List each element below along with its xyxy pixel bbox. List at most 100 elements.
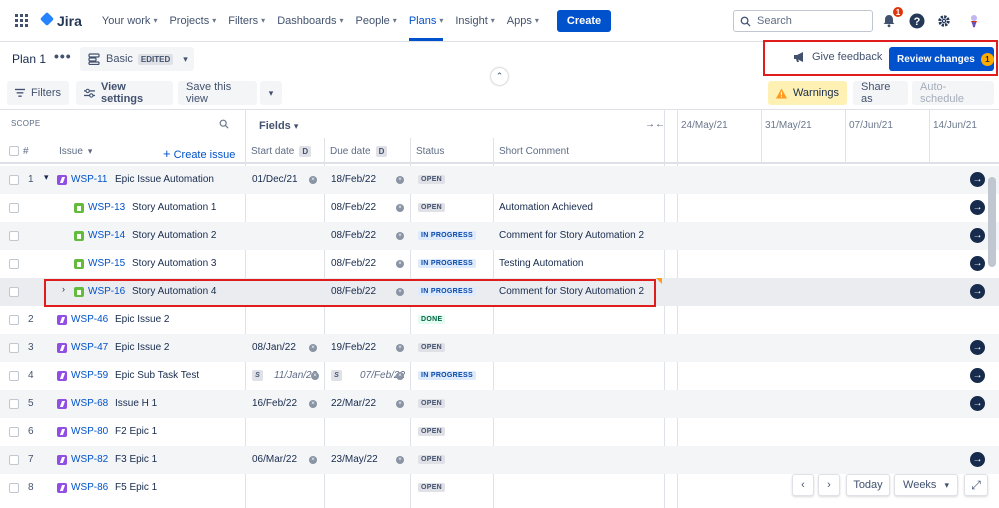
row-checkbox[interactable] [9, 399, 19, 409]
due-date[interactable]: 08/Feb/22 [331, 202, 376, 213]
arrow-right-icon[interactable]: → [970, 284, 985, 299]
close-icon[interactable]: × [396, 344, 404, 352]
issue-key[interactable]: WSP-15 [88, 258, 125, 269]
status-lozenge[interactable]: OPEN [418, 203, 446, 212]
close-icon[interactable]: × [309, 344, 317, 352]
avatar[interactable] [965, 12, 983, 30]
close-icon[interactable]: × [396, 204, 404, 212]
due-date[interactable]: 08/Feb/22 [331, 258, 376, 269]
nav-your-work[interactable]: Your work ▾ [102, 0, 158, 42]
row-checkbox[interactable] [9, 343, 19, 353]
today-button[interactable]: Today [846, 474, 890, 496]
close-icon[interactable]: × [396, 400, 404, 408]
nav-apps[interactable]: Apps ▾ [507, 0, 539, 42]
row-checkbox[interactable] [9, 287, 19, 297]
table-row[interactable]: 7 WSP-82 F3 Epic 1 06/Mar/22 × 23/May/22 × OPEN… [0, 446, 999, 474]
close-icon[interactable]: × [396, 176, 404, 184]
row-checkbox[interactable] [9, 259, 19, 269]
nav-dashboards[interactable]: Dashboards ▾ [277, 0, 343, 42]
fullscreen-button[interactable]: ⤢ [964, 474, 988, 496]
short-comment[interactable]: Automation Achieved [499, 202, 593, 213]
warnings-button[interactable]: Warnings [768, 81, 847, 105]
create-issue-button[interactable]: + Create issue [163, 146, 235, 161]
due-date[interactable]: 22/Mar/22 [331, 398, 376, 409]
close-icon[interactable]: × [396, 456, 404, 464]
row-checkbox[interactable] [9, 203, 19, 213]
issue-key[interactable]: WSP-59 [71, 370, 108, 381]
arrow-right-icon[interactable]: → [970, 200, 985, 215]
nav-insight[interactable]: Insight ▾ [455, 0, 494, 42]
status-lozenge[interactable]: IN PROGRESS [418, 259, 476, 268]
arrow-right-icon[interactable]: → [970, 396, 985, 411]
close-icon[interactable]: × [396, 232, 404, 240]
table-row[interactable]: WSP-15 Story Automation 3 08/Feb/22 × IN PRO… [0, 250, 999, 278]
review-changes-button[interactable]: Review changes 1 [889, 47, 994, 71]
issue-key[interactable]: WSP-80 [71, 426, 108, 437]
create-button[interactable]: Create [556, 9, 612, 32]
issue-key[interactable]: WSP-11 [71, 174, 108, 185]
table-row[interactable]: 2 WSP-46 Epic Issue 2 DONE [0, 306, 999, 334]
close-icon[interactable]: × [309, 456, 317, 464]
vertical-scrollbar[interactable] [988, 177, 996, 267]
chevron-down-icon[interactable]: ▾ [44, 172, 49, 183]
more-actions-icon[interactable]: ••• [54, 48, 72, 64]
issue-header[interactable]: Issue ▾ [59, 146, 92, 157]
issue-key[interactable]: WSP-68 [71, 398, 108, 409]
close-icon[interactable]: × [396, 372, 404, 380]
status-lozenge[interactable]: IN PROGRESS [418, 371, 476, 380]
table-row[interactable]: 5 WSP-68 Issue H 1 16/Feb/22 × 22/Mar/22 × OPEN… [0, 390, 999, 418]
search-icon[interactable] [219, 119, 229, 129]
short-comment[interactable]: Testing Automation [499, 258, 584, 269]
give-feedback-button[interactable]: Give feedback [793, 51, 882, 63]
help-button[interactable]: ? [908, 12, 926, 30]
collapse-fields-icon[interactable]: →← [645, 119, 665, 130]
table-row[interactable]: 3 WSP-47 Epic Issue 2 08/Jan/22 × 19/Feb/22 × O… [0, 334, 999, 362]
status-lozenge[interactable]: OPEN [418, 343, 446, 352]
start-date-header[interactable]: Start date D [251, 146, 312, 157]
view-settings-button[interactable]: View settings [76, 81, 173, 105]
row-checkbox[interactable] [9, 455, 19, 465]
due-date[interactable]: 23/May/22 [331, 454, 378, 465]
issue-key[interactable]: WSP-82 [71, 454, 108, 465]
select-all-checkbox[interactable] [9, 146, 19, 156]
start-date[interactable]: 06/Mar/22 [252, 454, 297, 465]
arrow-right-icon[interactable]: → [970, 256, 985, 271]
status-lozenge[interactable]: OPEN [418, 427, 446, 436]
close-icon[interactable]: × [309, 176, 317, 184]
status-lozenge[interactable]: OPEN [418, 399, 446, 408]
start-date[interactable]: 01/Dec/21 [252, 174, 298, 185]
table-row[interactable]: 4 WSP-59 Epic Sub Task Test S 11/Jan/22 × S 07/… [0, 362, 999, 390]
share-button[interactable]: Share as [853, 81, 908, 105]
status-lozenge[interactable]: OPEN [418, 175, 446, 184]
due-date[interactable]: 08/Feb/22 [331, 230, 376, 241]
settings-button[interactable] [935, 12, 953, 30]
filters-button[interactable]: Filters [7, 81, 69, 105]
notification-button[interactable]: 1 [880, 6, 904, 30]
row-checkbox[interactable] [9, 231, 19, 241]
start-date[interactable]: 08/Jan/22 [252, 342, 296, 353]
fields-dropdown[interactable]: Fields ▾ [259, 120, 298, 132]
issue-key[interactable]: WSP-14 [88, 230, 125, 241]
status-lozenge[interactable]: IN PROGRESS [418, 231, 476, 240]
nav-filters[interactable]: Filters ▾ [228, 0, 265, 42]
arrow-right-icon[interactable]: → [970, 228, 985, 243]
due-date[interactable]: 18/Feb/22 [331, 174, 376, 185]
status-lozenge[interactable]: DONE [418, 315, 446, 324]
due-date[interactable]: 19/Feb/22 [331, 342, 376, 353]
view-selector[interactable]: Basic EDITED ▾ [80, 47, 194, 71]
row-checkbox[interactable] [9, 427, 19, 437]
short-comment[interactable]: Comment for Story Automation 2 [499, 230, 644, 241]
arrow-right-icon[interactable]: → [970, 172, 985, 187]
close-icon[interactable]: × [309, 400, 317, 408]
arrow-right-icon[interactable]: → [970, 340, 985, 355]
app-switcher-icon[interactable] [15, 13, 29, 28]
scroll-left-button[interactable]: ‹ [792, 474, 814, 496]
save-view-dropdown[interactable]: ▾ [260, 81, 282, 105]
table-row[interactable]: WSP-14 Story Automation 2 08/Feb/22 × IN PRO… [0, 222, 999, 250]
jira-logo[interactable]: Jira [39, 13, 82, 29]
row-checkbox[interactable] [9, 315, 19, 325]
row-checkbox[interactable] [9, 175, 19, 185]
due-date-header[interactable]: Due date D [330, 146, 388, 157]
table-row[interactable]: 6 WSP-80 F2 Epic 1 OPEN [0, 418, 999, 446]
close-icon[interactable]: × [311, 372, 319, 380]
